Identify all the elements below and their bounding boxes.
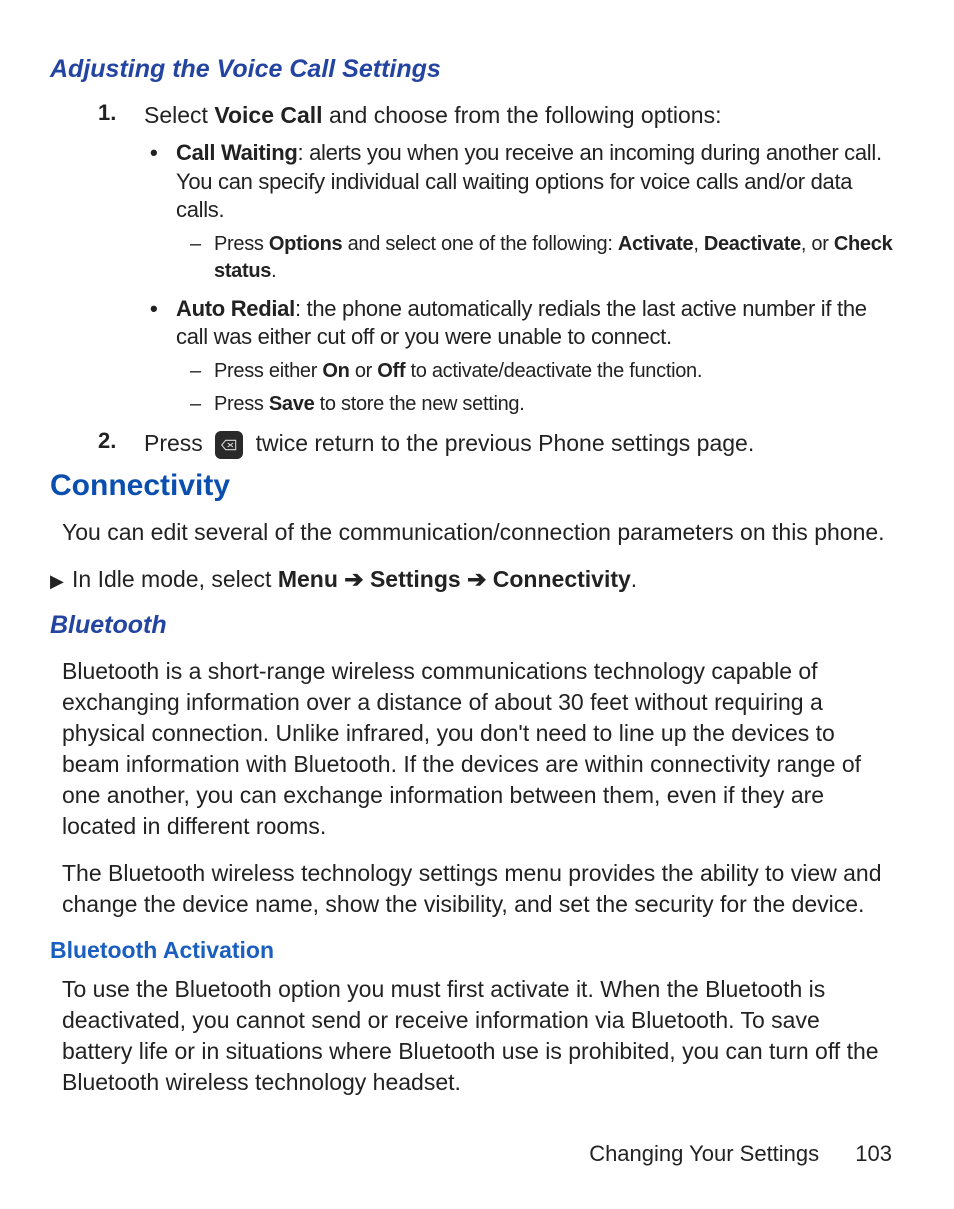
back-key-icon (215, 431, 243, 459)
dash-content: Press either On or Off to activate/deact… (214, 358, 904, 385)
text: twice return to the previous Phone setti… (256, 430, 755, 456)
dash-item: – Press Save to store the new setting. (190, 391, 904, 418)
paragraph: You can edit several of the communicatio… (62, 517, 894, 548)
bold-text: Auto Redial (176, 296, 295, 321)
text: . (271, 260, 276, 282)
dash-marker: – (190, 358, 214, 385)
text: to activate/deactivate the function. (405, 360, 702, 382)
bullet-call-waiting: • Call Waiting: alerts you when you rece… (150, 139, 904, 225)
bold-text: Settings (370, 566, 461, 592)
text: Select (144, 102, 214, 128)
heading-bluetooth: Bluetooth (50, 611, 904, 640)
bold-text: Activate (618, 233, 693, 255)
paragraph: Bluetooth is a short-range wireless comm… (62, 656, 894, 842)
text: Press (144, 430, 209, 456)
bold-text: Off (377, 360, 405, 382)
paragraph: To use the Bluetooth option you must fir… (62, 974, 894, 1098)
text: , or (801, 233, 834, 255)
dash-item: – Press Options and select one of the fo… (190, 231, 904, 285)
bullet-content: Auto Redial: the phone automatically red… (176, 295, 904, 352)
bullet-marker: • (150, 295, 176, 352)
nav-path: ▶ In Idle mode, select Menu ➔ Settings ➔… (50, 564, 904, 595)
bold-text: Call Waiting (176, 140, 297, 165)
heading-connectivity: Connectivity (50, 469, 904, 503)
heading-bluetooth-activation: Bluetooth Activation (50, 937, 904, 964)
page-footer: Changing Your Settings 103 (589, 1141, 892, 1167)
dash-marker: – (190, 231, 214, 285)
text: , (693, 233, 704, 255)
bullet-content: Call Waiting: alerts you when you receiv… (176, 139, 904, 225)
text: Press (214, 393, 269, 415)
text: . (631, 566, 637, 592)
text: Press (214, 233, 269, 255)
bold-text: Deactivate (704, 233, 801, 255)
dash-content: Press Save to store the new setting. (214, 391, 904, 418)
bold-text: Menu (278, 566, 338, 592)
bold-text: On (322, 360, 349, 382)
paragraph: The Bluetooth wireless technology settin… (62, 858, 894, 920)
text: or (350, 360, 378, 382)
text: and select one of the following: (342, 233, 618, 255)
arrow-icon: ➔ (461, 566, 493, 592)
text: and choose from the following options: (323, 102, 722, 128)
step-2: 2. Press twice return to the previous Ph… (98, 428, 904, 459)
bold-text: Options (269, 233, 342, 255)
step-number: 2. (98, 428, 144, 459)
text: to store the new setting. (314, 393, 524, 415)
dash-marker: – (190, 391, 214, 418)
step-content: Press twice return to the previous Phone… (144, 428, 904, 459)
dash-content: Press Options and select one of the foll… (214, 231, 904, 285)
heading-voice-call-settings: Adjusting the Voice Call Settings (50, 55, 904, 84)
step-number: 1. (98, 100, 144, 131)
dash-item: – Press either On or Off to activate/dea… (190, 358, 904, 385)
bold-text: Connectivity (493, 566, 631, 592)
step-content: Select Voice Call and choose from the fo… (144, 100, 904, 131)
bullet-auto-redial: • Auto Redial: the phone automatically r… (150, 295, 904, 352)
bold-text: Voice Call (214, 102, 322, 128)
step-1: 1. Select Voice Call and choose from the… (98, 100, 904, 131)
triangle-icon: ▶ (50, 569, 72, 593)
bullet-marker: • (150, 139, 176, 225)
text: In Idle mode, select (72, 566, 278, 592)
bold-text: Save (269, 393, 315, 415)
text: Press either (214, 360, 322, 382)
chapter-title: Changing Your Settings (589, 1141, 819, 1166)
arrow-icon: ➔ (338, 566, 370, 592)
page-number: 103 (855, 1141, 892, 1166)
